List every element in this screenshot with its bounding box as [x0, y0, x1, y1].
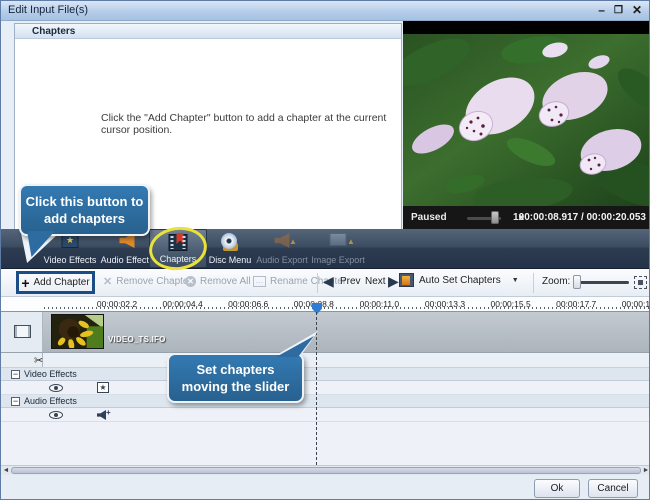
chapters-panel-header: Chapters [15, 24, 401, 39]
audio-export-icon [274, 233, 290, 248]
timeline-empty-area [1, 422, 649, 465]
callout-add-chapters: Click this button to add chapters [19, 184, 150, 236]
ok-button[interactable]: Ok [534, 479, 580, 498]
audio-effect-speaker-icon[interactable]: + [97, 408, 111, 420]
scroll-left-icon[interactable]: ◄ [1, 466, 11, 475]
speed-slider-handle[interactable] [491, 211, 499, 224]
clip-filename-label: VIDEO_TS.IFO [108, 335, 166, 344]
window-title: Edit Input File(s) [8, 4, 89, 16]
close-icon[interactable]: ✕ [632, 3, 642, 18]
ruler-tick-dots [44, 307, 649, 309]
video-effect-star-icon[interactable]: ★ [97, 382, 109, 393]
zoom-slider-handle[interactable] [573, 275, 581, 289]
timecode: 00:00:08.917 / 00:00:20.053 [518, 212, 646, 223]
next-chapter-arrow-icon[interactable]: ▶ [388, 273, 399, 290]
prev-chapter-arrow-icon[interactable]: ◀ [323, 273, 334, 290]
cut-track-row: ✂ [1, 353, 649, 368]
cancel-button[interactable]: Cancel [588, 479, 638, 498]
tab-image-export: ▲ Image Export [309, 229, 367, 268]
dropdown-caret-icon: ▼ [511, 276, 519, 284]
video-frame-foxglove-flowers [403, 34, 649, 206]
preview-control-bar: Paused 1x 00:00:08.917 / 00:00:20.053 [403, 206, 649, 229]
zoom-slider-track[interactable] [573, 281, 629, 284]
prev-chapter-button[interactable]: Prev [340, 276, 361, 287]
minimize-icon[interactable]: – [598, 3, 605, 18]
zoom-label: Zoom: [542, 276, 571, 287]
video-effects-section-header[interactable]: − Video Effects [1, 368, 649, 381]
scroll-right-icon[interactable]: ► [641, 466, 649, 475]
chapters-icon [168, 233, 188, 251]
tab-disc-menu[interactable]: Disc Menu [201, 229, 259, 268]
visibility-eye-icon[interactable] [49, 411, 63, 419]
image-export-icon [329, 233, 347, 246]
video-preview: Paused 1x 00:00:08.917 / 00:00:20.053 [403, 21, 649, 229]
edit-input-files-dialog: Edit Input File(s) – ❐ ✕ Chapters Click … [0, 0, 650, 500]
filmstrip-icon [14, 325, 31, 338]
timeline-ruler[interactable]: 00:00:02.200:00:04.400:00:06.600:00:08.8… [1, 297, 649, 312]
plus-icon: + [21, 274, 30, 291]
callout-set-chapters: Set chapters moving the slider [167, 353, 304, 403]
remove-all-button: ✕ Remove All [185, 276, 251, 287]
horizontal-scrollbar[interactable]: ◄ ► [1, 465, 649, 475]
scrollbar-thumb[interactable] [11, 467, 641, 474]
remove-chapter-button: ✕ Remove Chapter [103, 275, 192, 288]
next-chapter-button[interactable]: Next [365, 276, 386, 287]
disc-menu-icon [221, 233, 239, 251]
tab-chapters[interactable]: Chapters [149, 229, 207, 268]
tab-audio-export: ▲ Audio Export [253, 229, 311, 268]
video-effects-track: ★ [1, 381, 649, 395]
remove-all-icon: ✕ [185, 276, 196, 287]
chapter-toolbar: + Add Chapter ✕ Remove Chapter ✕ Remove … [1, 269, 649, 297]
video-track-header [1, 312, 43, 352]
audio-effects-track: + [1, 408, 649, 422]
maximize-icon[interactable]: ❐ [614, 3, 623, 18]
scissors-icon: ✂ [34, 355, 44, 367]
collapse-icon[interactable]: − [11, 397, 20, 406]
chapters-hint-text: Click the "Add Chapter" button to add a … [101, 112, 387, 136]
rename-icon: … [253, 276, 266, 287]
remove-x-icon: ✕ [103, 275, 113, 288]
visibility-eye-icon[interactable] [49, 384, 63, 392]
title-bar: Edit Input File(s) – ❐ ✕ [1, 1, 649, 21]
clip-thumbnail-sunflower[interactable] [51, 314, 104, 349]
footer-bar: Ok Cancel [1, 475, 649, 499]
collapse-icon[interactable]: − [11, 370, 20, 379]
playback-status: Paused [411, 212, 447, 223]
add-chapter-button[interactable]: + Add Chapter [16, 271, 95, 294]
audio-effects-section-header[interactable]: − Audio Effects [1, 395, 649, 408]
auto-set-chapters-dropdown[interactable]: Auto Set Chapters ▼ [399, 273, 519, 287]
video-track-row: VIDEO_TS.IFO [1, 312, 649, 353]
auto-set-chapters-icon [399, 273, 414, 287]
timeline-cursor-line[interactable] [316, 312, 317, 465]
fit-timeline-icon[interactable] [634, 276, 647, 289]
